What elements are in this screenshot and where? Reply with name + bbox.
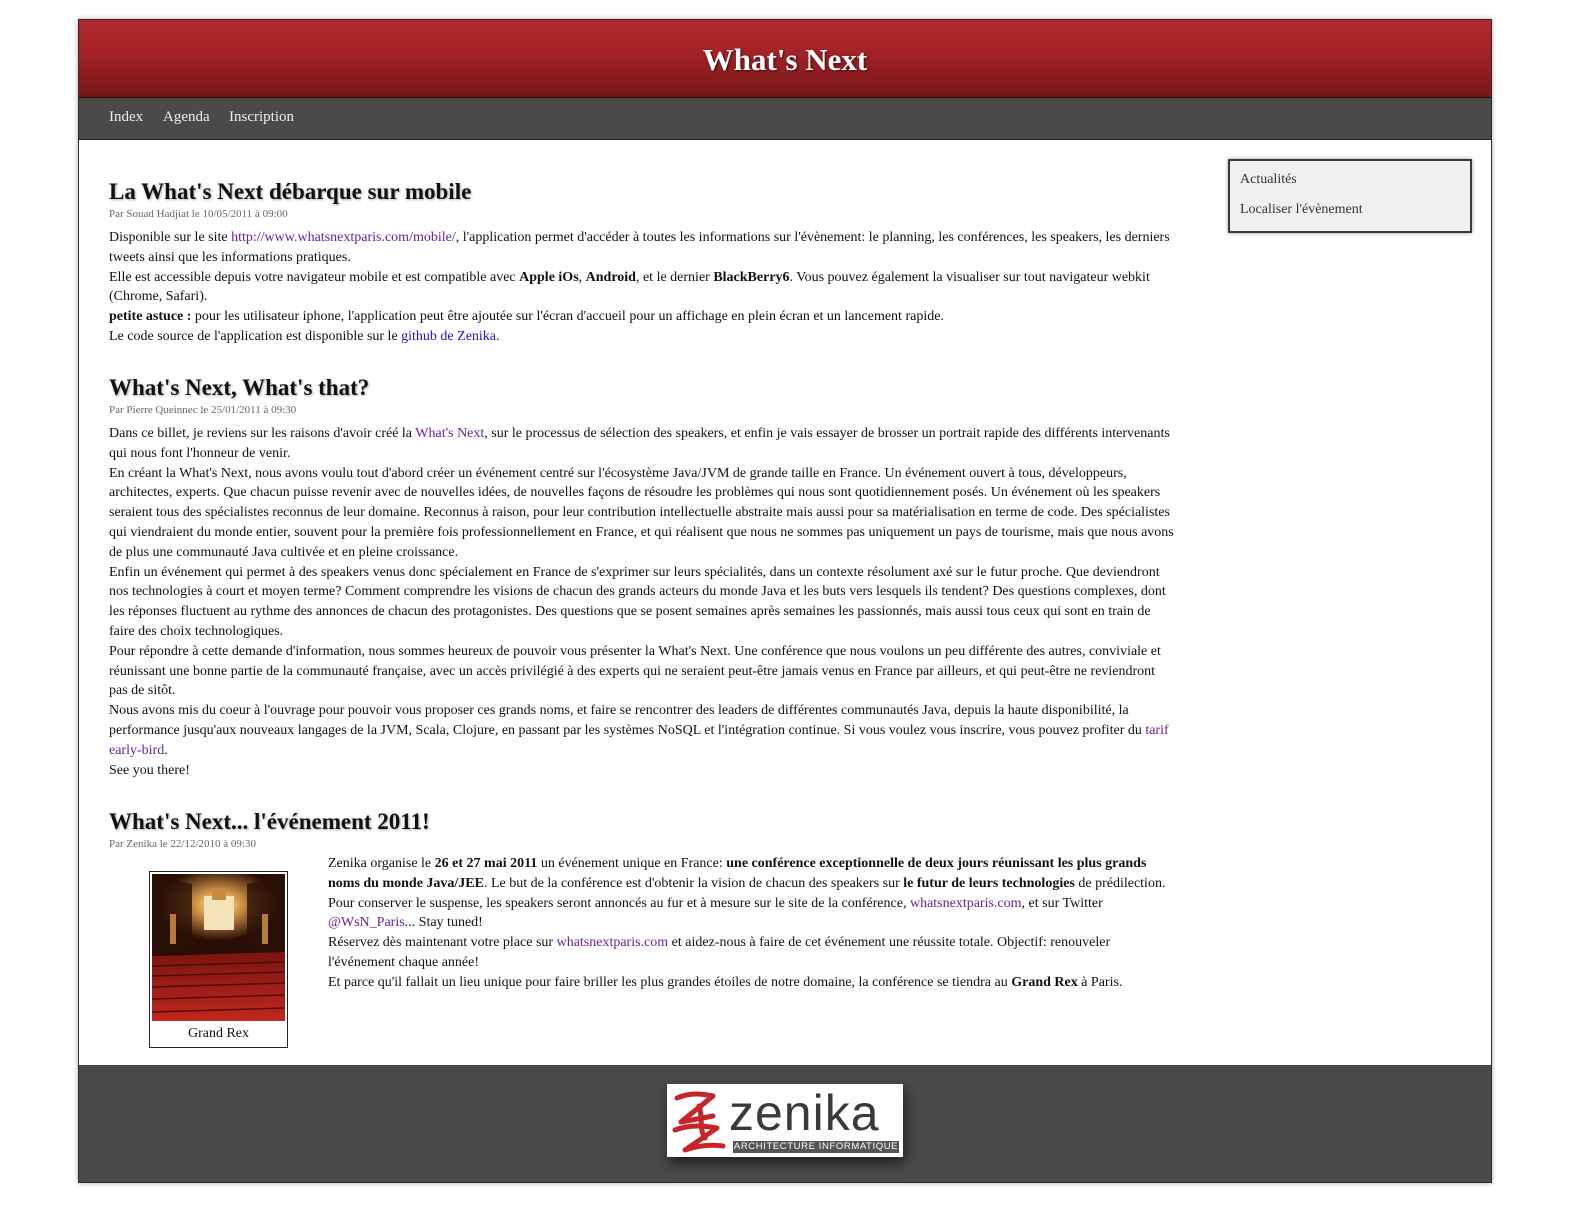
sidebar-item-actualites[interactable]: Actualités: [1240, 172, 1297, 188]
logo-wordmark: zenika: [729, 1085, 880, 1141]
figure-caption: Grand Rex: [187, 1026, 250, 1041]
post: What's Next... l'événement 2011! Par Zen…: [109, 807, 1177, 1048]
post-paragraph: Disponible sur le site http://www.whatsn…: [109, 230, 1170, 265]
post-paragraph: Réservez dès maintenant votre place sur …: [328, 935, 1111, 970]
post-paragraph: petite astuce : pour les utilisateur iph…: [109, 309, 944, 325]
post-paragraph: Pour répondre à cette demande d'informat…: [109, 643, 1161, 699]
post-paragraph: Zenika organise le 26 et 27 mai 2011 un …: [328, 856, 1166, 891]
post-paragraph: Nous avons mis du coeur à l'ouvrage pour…: [109, 703, 1169, 758]
post-meta: Par Zenika le 22/12/2010 à 09:30: [109, 838, 256, 850]
whatsnextparis-link[interactable]: whatsnextparis.com: [557, 935, 669, 950]
post-body: Zenika organise le 26 et 27 mai 2011 un …: [328, 854, 1177, 993]
sidebar: Actualités Localiser l'évènement: [1228, 159, 1472, 233]
whatsnextparis-link[interactable]: whatsnextparis.com: [910, 896, 1022, 911]
post: La What's Next débarque sur mobile Par S…: [109, 177, 1177, 347]
post-paragraph: Dans ce billet, je reviens sur les raiso…: [109, 426, 1170, 461]
site-title: What's Next: [702, 42, 868, 77]
post-paragraph: See you there!: [109, 762, 190, 778]
grand-rex-figure: Grand Rex: [149, 871, 288, 1048]
post-paragraph: En créant la What's Next, nous avons vou…: [109, 465, 1174, 560]
post-paragraph: Le code source de l'application est disp…: [109, 328, 500, 344]
nav-item-index[interactable]: Index: [109, 109, 143, 126]
github-link[interactable]: github de Zenika: [401, 329, 496, 344]
page: What's Next Index Agenda Inscription La …: [78, 19, 1492, 1183]
sidebar-item-localiser[interactable]: Localiser l'évènement: [1240, 202, 1363, 218]
post-title: What's Next... l'événement 2011!: [109, 809, 430, 834]
post-title: La What's Next débarque sur mobile: [109, 179, 472, 204]
post-paragraph: Elle est accessible depuis votre navigat…: [109, 269, 1150, 305]
post-paragraph: Pour conserver le suspense, les speakers…: [328, 895, 1103, 931]
twitter-link[interactable]: @WsN_Paris: [328, 915, 405, 930]
post-meta: Par Pierre Queinnec le 25/01/2011 à 09:3…: [109, 404, 297, 416]
site-header: What's Next: [79, 20, 1491, 98]
nav-item-agenda[interactable]: Agenda: [163, 109, 210, 126]
grand-rex-photo: [152, 874, 285, 1021]
site-footer: zenika ARCHITECTURE INFORMATIQUE: [79, 1065, 1491, 1182]
zenika-logo[interactable]: zenika ARCHITECTURE INFORMATIQUE: [667, 1084, 903, 1157]
post-paragraph: Enfin un événement qui permet à des spea…: [109, 564, 1166, 639]
mobile-site-link[interactable]: http://www.whatsnextparis.com/mobile/: [231, 230, 456, 245]
logo-tagline: ARCHITECTURE INFORMATIQUE: [733, 1141, 899, 1153]
post-paragraph: Et parce qu'il fallait un lieu unique po…: [328, 974, 1123, 990]
zenika-mark-icon: [672, 1091, 726, 1153]
main-nav: Index Agenda Inscription: [79, 98, 1491, 140]
post-meta: Par Souad Hadjiat le 10/05/2011 à 09:00: [109, 208, 288, 220]
post: What's Next, What's that? Par Pierre Que…: [109, 373, 1177, 780]
nav-item-inscription[interactable]: Inscription: [229, 109, 294, 126]
whats-next-link[interactable]: What's Next: [415, 426, 484, 441]
post-title: What's Next, What's that?: [109, 375, 370, 400]
